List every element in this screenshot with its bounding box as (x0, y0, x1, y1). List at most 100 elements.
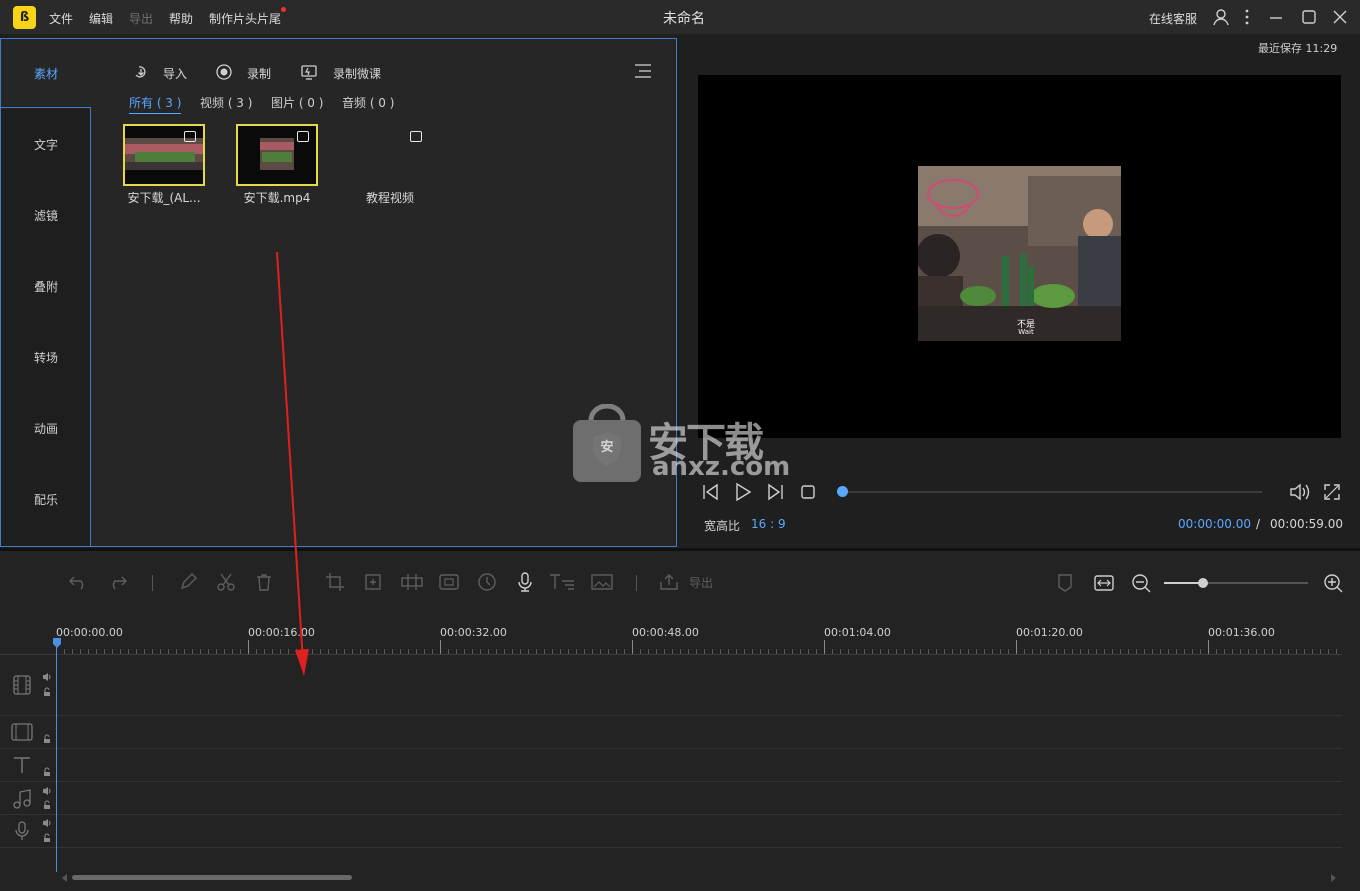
menu-file[interactable]: 文件 (49, 10, 73, 27)
playback-progress-handle[interactable] (837, 486, 848, 497)
voiceover-mic-icon[interactable] (515, 571, 535, 593)
music-track-icon (13, 789, 31, 809)
maximize-icon[interactable] (1299, 7, 1319, 27)
filter-tab-image[interactable]: 图片 ( 0 ) (271, 94, 323, 111)
stop-icon[interactable] (800, 484, 816, 500)
close-icon[interactable] (1330, 7, 1350, 27)
redo-icon[interactable] (106, 572, 128, 592)
side-tab-media[interactable]: 素材 (1, 39, 91, 109)
filter-tab-all[interactable]: 所有 ( 3 ) (129, 94, 182, 114)
menu-help[interactable]: 帮助 (169, 10, 193, 27)
track-lock-icon[interactable] (42, 833, 52, 843)
toolbar-divider (152, 575, 153, 591)
side-tab-music[interactable]: 配乐 (1, 465, 91, 535)
scroll-right-icon[interactable] (1330, 874, 1336, 882)
filter-tab-audio[interactable]: 音频 ( 0 ) (342, 94, 394, 111)
timeline-panel (0, 551, 1360, 891)
track-divider (0, 847, 1342, 848)
window-title: 未命名 (663, 11, 705, 27)
filter-tab-video[interactable]: 视频 ( 3 ) (200, 94, 252, 111)
total-duration: 00:00:59.00 (1270, 517, 1343, 531)
app-logo: ß (13, 6, 36, 29)
zoom-slider-handle[interactable] (1197, 578, 1208, 588)
ruler-baseline (0, 654, 1342, 655)
text-track-icon (14, 757, 30, 773)
edit-pencil-icon[interactable] (178, 572, 198, 592)
ruler-label: 00:00:32.00 (440, 626, 507, 639)
online-support-link[interactable]: 在线客服 (1149, 10, 1197, 27)
menu-export[interactable]: 导出 (129, 10, 153, 27)
track-mute-icon[interactable] (42, 818, 52, 828)
prev-frame-icon[interactable] (700, 482, 722, 502)
side-tab-transition[interactable]: 转场 (1, 323, 91, 393)
time-separator: / (1256, 517, 1261, 531)
track-mute-icon[interactable] (42, 786, 52, 796)
minimize-icon[interactable] (1266, 7, 1286, 27)
import-button[interactable]: 导入 (163, 65, 187, 82)
side-tab-text[interactable]: 文字 (1, 110, 91, 180)
timeline-playhead[interactable] (56, 640, 57, 872)
drag-annotation-arrow (276, 251, 309, 676)
mosaic-icon[interactable] (400, 572, 424, 592)
fit-timeline-icon[interactable] (1093, 573, 1115, 593)
track-lock-icon[interactable] (42, 767, 52, 777)
track-mute-icon[interactable] (42, 672, 52, 682)
ruler-label: 00:00:00.00 (56, 626, 123, 639)
speed-clock-icon[interactable] (477, 572, 497, 592)
menu-edit[interactable]: 编辑 (89, 10, 113, 27)
ruler-label: 00:01:36.00 (1208, 626, 1275, 639)
ruler-label: 00:00:48.00 (632, 626, 699, 639)
video-type-icon (184, 131, 196, 142)
export-button[interactable]: 导出 (689, 574, 713, 591)
freeze-frame-icon[interactable] (438, 572, 460, 592)
crop-icon[interactable] (325, 572, 345, 592)
zoom-out-icon[interactable] (1130, 572, 1152, 594)
video-type-icon (297, 131, 309, 142)
side-tab-animation[interactable]: 动画 (1, 394, 91, 464)
side-tab-filter[interactable]: 滤镜 (1, 181, 91, 251)
user-icon[interactable] (1211, 7, 1231, 27)
track-lock-icon[interactable] (42, 687, 52, 697)
more-vertical-icon[interactable] (1237, 7, 1257, 27)
timeline-scrollbar-thumb[interactable] (72, 875, 352, 880)
last-saved-status: 最近保存 11:29 (1258, 42, 1338, 55)
new-badge-dot (281, 7, 286, 12)
undo-icon[interactable] (68, 572, 90, 592)
text-to-speech-icon[interactable] (548, 572, 578, 592)
time-ruler[interactable] (56, 640, 1342, 654)
track-divider (0, 781, 1342, 782)
next-frame-icon[interactable] (764, 482, 786, 502)
record-icon[interactable] (215, 63, 233, 81)
record-course-icon[interactable] (300, 63, 318, 81)
volume-icon[interactable] (1288, 481, 1312, 503)
list-view-icon[interactable] (633, 62, 653, 80)
export-icon[interactable] (658, 572, 680, 592)
scissors-icon[interactable] (216, 572, 236, 592)
image-adjust-icon[interactable] (590, 572, 614, 592)
voiceover-track-icon (15, 821, 29, 840)
menu-make-intro-outro[interactable]: 制作片头片尾 (209, 10, 281, 27)
fullscreen-icon[interactable] (1322, 482, 1342, 502)
playhead-handle-icon[interactable] (53, 638, 61, 648)
track-divider (0, 715, 1342, 716)
resize-icon[interactable] (363, 572, 383, 592)
zoom-in-icon[interactable] (1322, 572, 1344, 594)
preview-frame (918, 166, 1121, 341)
record-button[interactable]: 录制 (247, 65, 271, 82)
current-time: 00:00:00.00 (1178, 517, 1251, 531)
side-tab-overlay[interactable]: 叠附 (1, 252, 91, 322)
ruler-label: 00:01:20.00 (1016, 626, 1083, 639)
import-icon[interactable] (132, 63, 150, 81)
aspect-ratio-selector[interactable]: 16 : 9 (751, 517, 786, 531)
track-lock-icon[interactable] (42, 734, 52, 744)
marker-icon[interactable] (1057, 573, 1073, 593)
side-tab-divider (90, 108, 91, 546)
restaurant-scene-image (918, 166, 1121, 341)
playback-progress-track[interactable] (842, 491, 1262, 493)
play-icon[interactable] (732, 481, 754, 503)
track-lock-icon[interactable] (42, 800, 52, 810)
record-course-button[interactable]: 录制微课 (333, 65, 381, 82)
watermark-domain: anxz.com (652, 452, 791, 482)
scroll-left-icon[interactable] (62, 874, 68, 882)
media-item-label: 教程视频 (365, 191, 414, 205)
